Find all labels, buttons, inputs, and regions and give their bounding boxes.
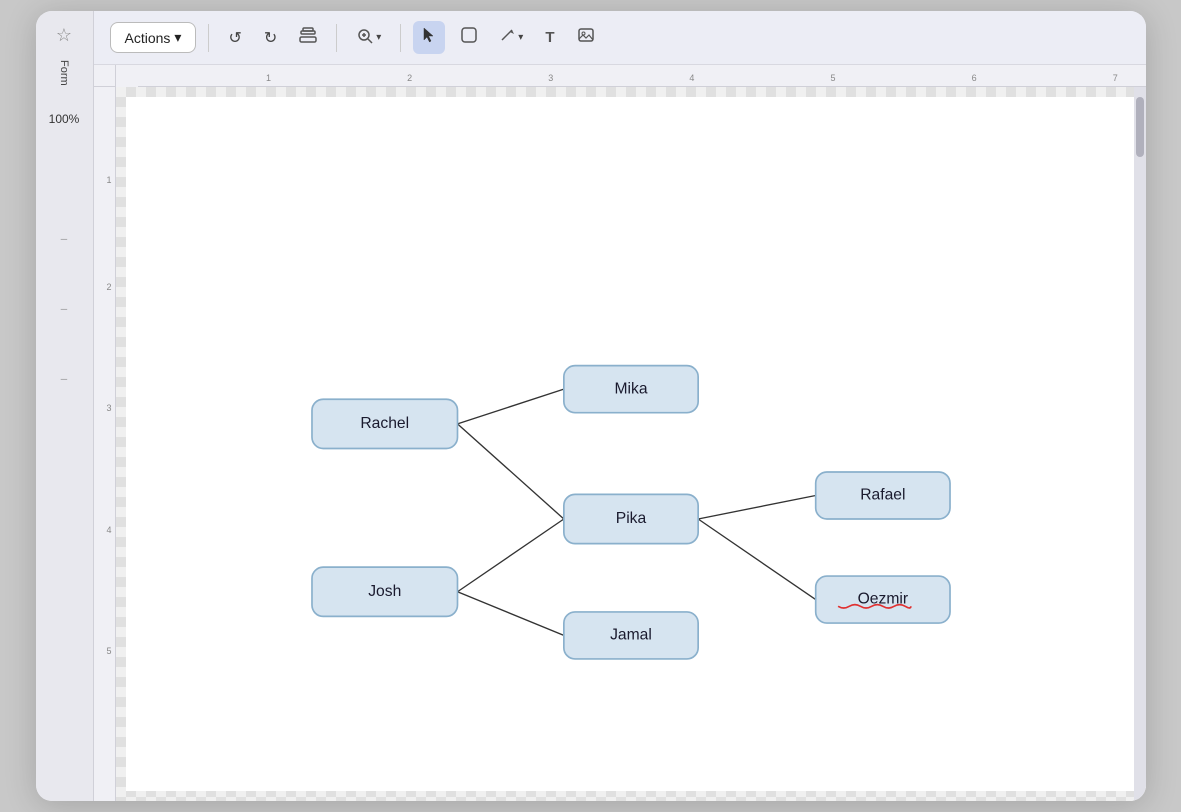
- ruler-v-4: 4: [106, 525, 111, 535]
- page-area: Rachel Josh Mika Pika Jamal: [126, 97, 1136, 791]
- line-chevron-icon: ▾: [518, 32, 523, 43]
- edge-pika-rafael: [698, 495, 816, 519]
- select-icon: [420, 26, 438, 49]
- app-window: ☆ Form 100% ─ ─ ─ Actions ▾ ↺ ↻: [36, 11, 1146, 801]
- canvas-area[interactable]: Rachel Josh Mika Pika Jamal: [116, 87, 1146, 801]
- node-josh-label: Josh: [368, 583, 401, 600]
- redo-icon: ↻: [264, 28, 277, 48]
- left-sidebar: ☆ Form 100% ─ ─ ─: [36, 11, 94, 801]
- edge-pika-oezmir: [698, 519, 816, 600]
- edge-rachel-mika: [457, 389, 563, 424]
- zoom-chevron-icon: ▾: [376, 32, 381, 43]
- stamp-button[interactable]: [292, 21, 324, 54]
- zoom-icon: [356, 27, 374, 49]
- ruler-h-row: 1 2 3 4 5 6 7: [94, 65, 1146, 87]
- node-jamal-label: Jamal: [610, 627, 652, 644]
- ruler-v-1: 1: [106, 175, 111, 185]
- zoom-button[interactable]: ▾: [349, 22, 388, 54]
- ruler-v-3: 3: [106, 403, 111, 413]
- node-rachel-label: Rachel: [360, 415, 409, 432]
- text-icon: T: [545, 29, 554, 46]
- zoom-percent-label: 100%: [49, 112, 80, 126]
- actions-button[interactable]: Actions ▾: [110, 22, 197, 53]
- canvas-wrapper: 1 2 3 4 5: [94, 87, 1146, 801]
- actions-chevron: ▾: [174, 29, 181, 46]
- line-tool-button[interactable]: ▾: [493, 21, 530, 54]
- ruler-corner: [94, 65, 116, 87]
- node-mika-label: Mika: [614, 380, 647, 397]
- node-rafael-label: Rafael: [860, 487, 905, 504]
- scrollbar-v[interactable]: [1134, 87, 1146, 801]
- undo-button[interactable]: ↺: [221, 23, 248, 53]
- toolbar-sep-2: [336, 24, 337, 52]
- text-tool-button[interactable]: T: [538, 24, 561, 51]
- toolbar-sep-3: [400, 24, 401, 52]
- edge-josh-pika: [457, 519, 563, 592]
- scrollbar-thumb[interactable]: [1136, 97, 1144, 157]
- image-icon: [577, 26, 595, 49]
- edge-josh-jamal: [457, 592, 563, 636]
- toolbar: Actions ▾ ↺ ↻: [94, 11, 1146, 65]
- toolbar-sep-1: [208, 24, 209, 52]
- image-tool-button[interactable]: [570, 21, 602, 54]
- ruler-h: 1 2 3 4 5 6 7: [138, 65, 1146, 87]
- node-pika-label: Pika: [615, 510, 646, 527]
- ruler-v-sidebar: ─ ─ ─: [61, 234, 67, 384]
- star-icon: ☆: [56, 25, 72, 46]
- redo-button[interactable]: ↻: [257, 23, 284, 53]
- app-title-label: Form: [58, 60, 70, 86]
- stamp-icon: [299, 26, 317, 49]
- select-tool-button[interactable]: [413, 21, 445, 54]
- edge-rachel-pika: [457, 424, 563, 519]
- diagram-svg: Rachel Josh Mika Pika Jamal: [126, 97, 1136, 791]
- main-area: Actions ▾ ↺ ↻: [94, 11, 1146, 801]
- ruler-v-5: 5: [106, 646, 111, 656]
- undo-icon: ↺: [228, 28, 241, 48]
- actions-label: Actions: [125, 30, 171, 46]
- shape-tool-button[interactable]: [453, 21, 485, 54]
- line-icon: [500, 26, 518, 49]
- ruler-v: 1 2 3 4 5: [94, 87, 116, 801]
- ruler-v-2: 2: [106, 282, 111, 292]
- ruler-h-ticks: [138, 65, 1146, 87]
- shape-icon: [460, 26, 478, 49]
